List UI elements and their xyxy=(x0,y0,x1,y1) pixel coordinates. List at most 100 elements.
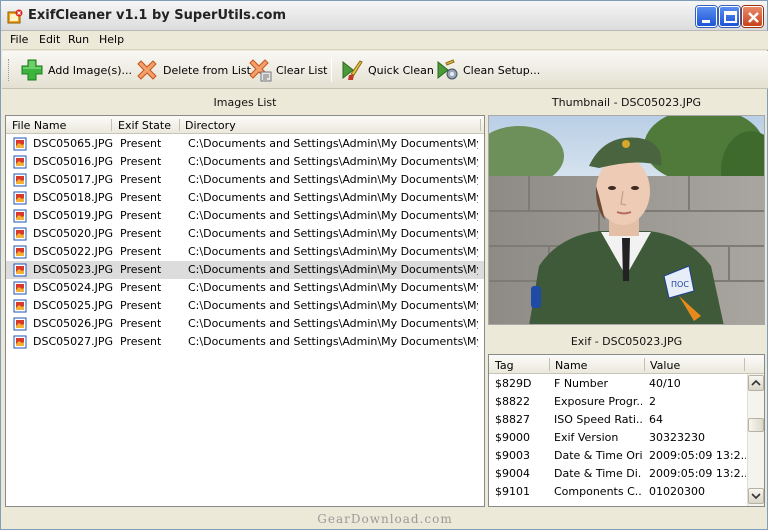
directory-cell: C:\Documents and Settings\Admin\My Docum… xyxy=(188,191,478,204)
exif-state-cell: Present xyxy=(120,281,162,294)
table-row[interactable]: DSC05018.JPG Present C:\Documents and Sett… xyxy=(6,189,484,207)
column-divider[interactable] xyxy=(549,358,550,371)
column-directory[interactable]: Directory xyxy=(185,119,236,132)
exif-value-cell: 64 xyxy=(649,413,663,426)
exif-row[interactable]: $9101 Components C... 01020300 xyxy=(489,483,747,501)
file-name-cell: DSC05025.JPG xyxy=(33,299,114,312)
table-row[interactable]: DSC05022.JPG Present C:\Documents and Sett… xyxy=(6,243,484,261)
minimize-button[interactable] xyxy=(696,6,717,27)
badge-text: ПОС xyxy=(671,280,689,289)
exif-tag-cell: $8827 xyxy=(495,413,530,426)
scroll-thumb[interactable] xyxy=(748,418,764,432)
table-row[interactable]: DSC05025.JPG Present C:\Documents and Sett… xyxy=(6,297,484,315)
image-file-icon xyxy=(13,209,27,223)
image-file-icon xyxy=(13,335,27,349)
image-file-icon xyxy=(13,227,27,241)
clean-setup-label: Clean Setup... xyxy=(463,63,541,77)
table-row[interactable]: DSC05027.JPG Present C:\Documents and Sett… xyxy=(6,333,484,351)
column-divider[interactable] xyxy=(111,119,112,131)
scroll-down-button[interactable] xyxy=(748,488,764,504)
exif-state-cell: Present xyxy=(120,299,162,312)
table-row[interactable]: DSC05026.JPG Present C:\Documents and Sett… xyxy=(6,315,484,333)
exif-row[interactable]: $9000 Exif Version 30323230 xyxy=(489,429,747,447)
image-file-icon xyxy=(13,281,27,295)
column-divider[interactable] xyxy=(480,119,481,131)
image-file-icon xyxy=(13,173,27,187)
exif-row[interactable]: $9004 Date & Time Di... 2009:05:09 13:2... xyxy=(489,465,747,483)
toolbar-grip[interactable] xyxy=(8,59,11,81)
exif-name-cell: Exposure Progr... xyxy=(554,395,642,408)
close-button[interactable] xyxy=(742,6,763,27)
exif-state-cell: Present xyxy=(120,137,162,150)
directory-cell: C:\Documents and Settings\Admin\My Docum… xyxy=(188,209,478,222)
table-row[interactable]: DSC05019.JPG Present C:\Documents and Sett… xyxy=(6,207,484,225)
delete-from-list-label: Delete from List xyxy=(163,63,251,77)
exif-title: Exif - DSC05023.JPG xyxy=(570,334,683,348)
column-value[interactable]: Value xyxy=(650,359,680,372)
clean-setup-icon xyxy=(437,59,458,80)
column-name[interactable]: Name xyxy=(555,359,587,372)
chevron-up-icon xyxy=(751,379,761,386)
clear-list-button[interactable]: Clear List xyxy=(248,56,328,84)
clear-list-label: Clear List xyxy=(276,63,328,77)
exif-row[interactable]: $8822 Exposure Progr... 2 xyxy=(489,393,747,411)
column-divider[interactable] xyxy=(644,358,645,371)
exif-row[interactable]: $829D F Number 40/10 xyxy=(489,375,747,393)
chevron-down-icon xyxy=(751,493,761,500)
image-file-icon xyxy=(13,191,27,205)
images-list[interactable]: File Name Exif State Directory DSC05065.… xyxy=(5,115,485,507)
clean-setup-button[interactable]: Clean Setup... xyxy=(435,56,540,84)
image-file-icon xyxy=(13,137,27,151)
close-icon xyxy=(748,12,759,23)
table-row[interactable]: DSC05016.JPG Present C:\Documents and Sett… xyxy=(6,153,484,171)
menu-file[interactable]: File xyxy=(10,33,28,46)
directory-cell: C:\Documents and Settings\Admin\My Docum… xyxy=(188,137,478,150)
file-name-cell: DSC05026.JPG xyxy=(33,317,114,330)
menu-edit[interactable]: Edit xyxy=(39,33,60,46)
menu-run[interactable]: Run xyxy=(68,33,89,46)
table-row[interactable]: DSC05017.JPG Present C:\Documents and Sett… xyxy=(6,171,484,189)
exif-scrollbar[interactable] xyxy=(747,374,764,506)
exif-value-cell: 30323230 xyxy=(649,431,705,444)
exif-state-cell: Present xyxy=(120,317,162,330)
add-images-label: Add Image(s)... xyxy=(48,63,133,77)
column-tag[interactable]: Tag xyxy=(495,359,514,372)
column-divider[interactable] xyxy=(179,119,180,131)
exif-row[interactable]: $8827 ISO Speed Rati... 64 xyxy=(489,411,747,429)
column-exif-state[interactable]: Exif State xyxy=(118,119,171,132)
column-file-name[interactable]: File Name xyxy=(12,119,66,132)
file-name-cell: DSC05018.JPG xyxy=(33,191,114,204)
toolbar: Add Image(s)... Delete from List Clear L… xyxy=(2,51,768,89)
table-row[interactable]: DSC05065.JPG Present C:\Documents and Sett… xyxy=(6,135,484,153)
maximize-button[interactable] xyxy=(719,6,740,27)
quick-clean-button[interactable]: Quick Clean xyxy=(340,56,434,84)
exif-name-cell: Exif Version xyxy=(554,431,619,444)
directory-cell: C:\Documents and Settings\Admin\My Docum… xyxy=(188,227,478,240)
table-row[interactable]: DSC05020.JPG Present C:\Documents and Sett… xyxy=(6,225,484,243)
exif-tag-cell: $9101 xyxy=(495,485,530,498)
exif-state-cell: Present xyxy=(120,209,162,222)
add-images-button[interactable]: Add Image(s)... xyxy=(20,56,132,84)
file-name-cell: DSC05024.JPG xyxy=(33,281,114,294)
column-divider[interactable] xyxy=(744,358,745,371)
menu-help[interactable]: Help xyxy=(99,33,124,46)
images-list-header: File Name Exif State Directory xyxy=(6,116,484,134)
file-name-cell: DSC05020.JPG xyxy=(33,227,114,240)
directory-cell: C:\Documents and Settings\Admin\My Docum… xyxy=(188,263,478,276)
scroll-up-button[interactable] xyxy=(748,375,764,391)
exif-state-cell: Present xyxy=(120,155,162,168)
window-title: ExifCleaner v1.1 by SuperUtils.com xyxy=(28,8,287,23)
exif-list[interactable]: Tag Name Value $829D F Number 40/10 $8822 Ex… xyxy=(488,354,765,507)
clear-list-icon xyxy=(249,59,272,82)
quick-clean-icon xyxy=(342,60,363,80)
delete-from-list-button[interactable]: Delete from List xyxy=(135,56,251,84)
exif-tag-cell: $829D xyxy=(495,377,532,390)
title-bar[interactable]: ExifCleaner v1.1 by SuperUtils.com xyxy=(1,1,767,31)
image-file-icon xyxy=(13,299,27,313)
exif-state-cell: Present xyxy=(120,245,162,258)
table-row[interactable]: DSC05023.JPG Present C:\Documents and Sett… xyxy=(6,261,484,279)
exif-row[interactable]: $9003 Date & Time Ori... 2009:05:09 13:2..… xyxy=(489,447,747,465)
file-name-cell: DSC05016.JPG xyxy=(33,155,114,168)
table-row[interactable]: DSC05024.JPG Present C:\Documents and Sett… xyxy=(6,279,484,297)
exif-tag-cell: $8822 xyxy=(495,395,530,408)
